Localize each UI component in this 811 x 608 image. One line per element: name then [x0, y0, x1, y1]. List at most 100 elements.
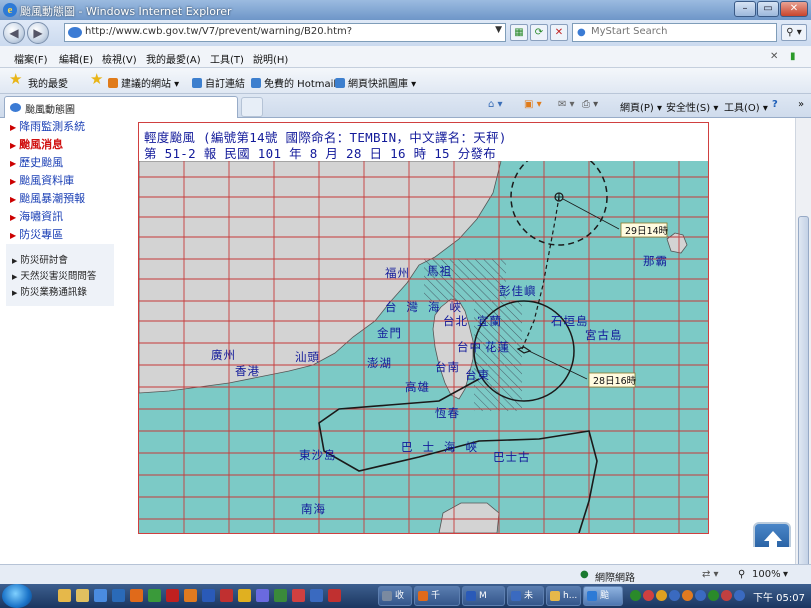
sidebar-item-label: 颱風暴潮預報: [19, 192, 86, 205]
tray-icon[interactable]: [669, 590, 680, 601]
word-icon[interactable]: [202, 589, 215, 602]
status-bar: ● 網際網路 ⇄ ▾ ⚲ 100% ▾: [0, 564, 811, 584]
menu-favorites[interactable]: 我的最愛(A): [146, 51, 201, 66]
tray-icon[interactable]: [708, 590, 719, 601]
back-button[interactable]: ◀: [3, 22, 25, 44]
menu-help[interactable]: 說明(H): [253, 51, 288, 66]
close-toolbar-icon[interactable]: ✕: [770, 51, 778, 62]
sidebar-item[interactable]: ▶ 防災專區: [6, 226, 114, 244]
app-icon: [550, 591, 560, 601]
menu-view[interactable]: 檢視(V): [102, 51, 137, 66]
firefox-icon[interactable]: [130, 589, 143, 602]
fav-suggested-sites[interactable]: 建議的網站 ▾: [108, 75, 179, 90]
bullet-icon: ▶: [10, 195, 17, 204]
forward-button[interactable]: ▶: [27, 22, 49, 44]
tray-icon[interactable]: [734, 590, 745, 601]
sub-nav-item[interactable]: ▶ 天然災害災問問答: [6, 266, 114, 282]
fav-web-slice-gallery[interactable]: 網頁快訊圖庫 ▾: [335, 75, 416, 90]
start-button[interactable]: [2, 584, 32, 608]
app-icon[interactable]: [166, 589, 179, 602]
sub-nav-item[interactable]: ▶ 防災研討會: [6, 250, 114, 266]
sidebar-item[interactable]: ▶ 颱風暴潮預報: [6, 190, 114, 208]
sub-nav-item[interactable]: ▶ 防災業務通訊錄: [6, 282, 114, 298]
sidebar-item[interactable]: ▶ 海嘯資訊: [6, 208, 114, 226]
vertical-scrollbar[interactable]: [795, 118, 811, 568]
add-favorites-icon[interactable]: ★: [90, 72, 103, 87]
taskbar-button[interactable]: 颱: [583, 586, 623, 606]
fav-custom-links-label: 自訂連結: [205, 79, 245, 90]
app-icon: [511, 591, 521, 601]
taskbar-button[interactable]: M: [462, 586, 505, 606]
menu-edit[interactable]: 編輯(E): [59, 51, 93, 66]
sidebar-item[interactable]: ▶ 降雨監測系統: [6, 118, 114, 136]
place-label: 馬祖: [427, 264, 452, 278]
maximize-button[interactable]: ▭: [757, 1, 779, 17]
protected-mode-icon[interactable]: ⇄ ▾: [702, 569, 719, 580]
tools-menu[interactable]: 工具(O) ▾: [724, 99, 768, 114]
taskbar-button[interactable]: 收: [378, 586, 412, 606]
menu-tools[interactable]: 工具(T): [210, 51, 244, 66]
help-menu[interactable]: ?: [772, 99, 778, 110]
taskbar-button[interactable]: 未: [507, 586, 544, 606]
sidebar-item[interactable]: ▶ 歷史颱風: [6, 154, 114, 172]
tray-icon[interactable]: [721, 590, 732, 601]
forecast-label: 29日14時: [625, 226, 669, 237]
address-bar[interactable]: http://www.cwb.gov.tw/V7/prevent/warning…: [64, 23, 506, 42]
folder-icon[interactable]: [58, 589, 71, 602]
favorites-button[interactable]: 我的最愛: [28, 75, 68, 90]
new-tab-button[interactable]: [241, 97, 263, 117]
compatibility-view-icon[interactable]: ▦: [510, 24, 528, 41]
stop-icon[interactable]: ✕: [550, 24, 568, 41]
ie-page-icon: [335, 78, 345, 88]
sidebar-item[interactable]: ▶ 颱風資料庫: [6, 172, 114, 190]
favorites-bar: ★ 我的最愛 ★ 建議的網站 ▾ 自訂連結 免費的 Hotmail 網頁快訊圖庫…: [0, 68, 811, 94]
search-engine-icon: ●: [577, 27, 586, 38]
tray-icon[interactable]: [656, 590, 667, 601]
app-icon[interactable]: [274, 589, 287, 602]
acrobat-icon[interactable]: [220, 589, 233, 602]
page-menu[interactable]: 網頁(P) ▾: [620, 99, 662, 114]
refresh-icon[interactable]: ⟳: [530, 24, 548, 41]
app-icon[interactable]: [310, 589, 323, 602]
app-icon[interactable]: [184, 589, 197, 602]
feeds-icon[interactable]: ▣ ▾: [524, 99, 542, 110]
bullet-icon: ▶: [10, 231, 17, 240]
taskbar-button[interactable]: h...: [546, 586, 581, 606]
app-icon[interactable]: [238, 589, 251, 602]
address-url[interactable]: http://www.cwb.gov.tw/V7/prevent/warning…: [85, 26, 352, 37]
tray-icon[interactable]: [695, 590, 706, 601]
zone-label: 網際網路: [595, 573, 635, 584]
safety-menu[interactable]: 安全性(S) ▾: [666, 99, 718, 114]
search-box[interactable]: ●: [572, 23, 777, 42]
app-icon[interactable]: [328, 589, 341, 602]
tray-icon[interactable]: [682, 590, 693, 601]
menu-file[interactable]: 檔案(F): [14, 51, 48, 66]
address-dropdown-icon[interactable]: ▼: [495, 25, 502, 35]
app-icon[interactable]: [292, 589, 305, 602]
more-commands-button[interactable]: »: [798, 99, 804, 110]
zoom-dropdown-icon[interactable]: ▾: [783, 569, 788, 580]
fav-hotmail[interactable]: 免費的 Hotmail: [251, 75, 336, 90]
folder-icon[interactable]: [76, 589, 89, 602]
app-icon[interactable]: [256, 589, 269, 602]
zoom-icon[interactable]: ⚲: [738, 569, 745, 580]
home-icon[interactable]: ⌂ ▾: [488, 99, 503, 110]
fav-custom-links[interactable]: 自訂連結: [192, 75, 245, 90]
minimize-button[interactable]: –: [734, 1, 756, 17]
search-input[interactable]: [591, 26, 771, 37]
sidebar-item[interactable]: ▶ 颱風消息: [6, 136, 114, 154]
taskbar-button[interactable]: 千: [414, 586, 460, 606]
outlook-icon[interactable]: [112, 589, 125, 602]
ie-icon[interactable]: [94, 589, 107, 602]
zoom-level[interactable]: 100%: [752, 569, 781, 580]
close-button[interactable]: ✕: [780, 1, 808, 17]
tray-icon[interactable]: [643, 590, 654, 601]
scrollbar-thumb[interactable]: [798, 216, 809, 568]
scroll-to-top-button[interactable]: [753, 522, 791, 547]
print-icon[interactable]: ⎙ ▾: [582, 99, 598, 110]
tray-icon[interactable]: [630, 590, 641, 601]
tab-typhoon-map[interactable]: 颱風動態圖: [4, 96, 238, 118]
search-button[interactable]: ⚲ ▾: [781, 24, 807, 41]
chrome-icon[interactable]: [148, 589, 161, 602]
mail-icon[interactable]: ✉ ▾: [558, 99, 575, 110]
